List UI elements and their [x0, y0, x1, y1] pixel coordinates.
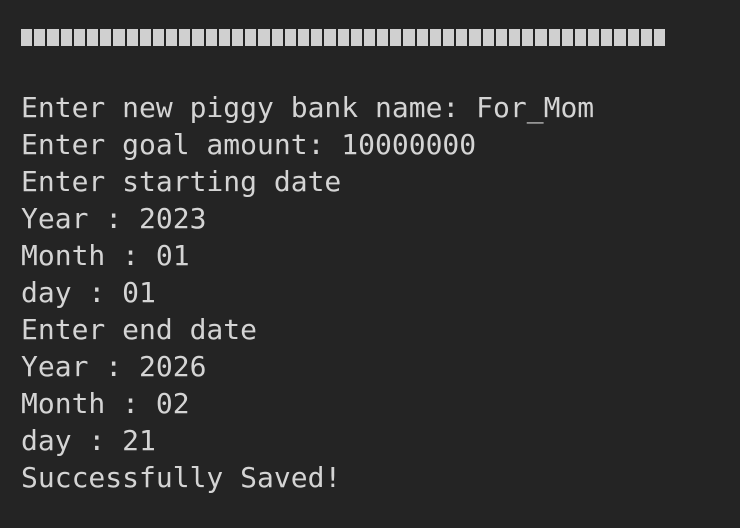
- separator-block: [100, 29, 112, 46]
- separator-block: [574, 29, 587, 46]
- separator-block: [601, 29, 613, 46]
- terminal-line-start-month: Month : 01: [21, 239, 190, 272]
- separator-block: [640, 29, 652, 46]
- separator-block: [403, 29, 415, 46]
- separator-block: [561, 29, 573, 46]
- separator-block: [205, 29, 217, 46]
- separator-block: [297, 29, 310, 46]
- separator-block: [456, 29, 468, 46]
- separator-block: [139, 29, 151, 46]
- terminal-window: Enter new piggy bank name: For_Mom Enter…: [0, 0, 740, 528]
- terminal-line-end-month: Month : 02: [21, 387, 190, 420]
- separator-block: [377, 29, 389, 46]
- separator-block: [429, 29, 441, 46]
- separator-block: [390, 29, 402, 46]
- separator-block: [192, 29, 204, 46]
- separator-block: [126, 29, 138, 46]
- separator-block: [179, 29, 191, 46]
- separator-block: [258, 29, 270, 46]
- separator-block: [350, 29, 362, 46]
- separator-block: [152, 29, 165, 46]
- separator-block: [60, 29, 72, 46]
- terminal-line-success-message: Successfully Saved!: [21, 461, 342, 494]
- separator-block: [86, 29, 99, 46]
- separator-block: [614, 29, 626, 46]
- terminal-line-start-date-heading: Enter starting date: [21, 165, 342, 198]
- separator-block: [337, 29, 349, 46]
- separator-block: [245, 29, 257, 46]
- separator-block: [627, 29, 639, 46]
- separator-block: [232, 29, 244, 46]
- separator-block: [495, 29, 507, 46]
- terminal-line-end-year: Year : 2026: [21, 350, 207, 383]
- terminal-line-goal-prompt: Enter goal amount: 10000000: [21, 128, 477, 161]
- separator-block: [469, 29, 481, 46]
- separator-block: [482, 29, 494, 46]
- separator-block: [324, 29, 336, 46]
- separator-block: [363, 29, 376, 46]
- separator-block: [73, 29, 85, 46]
- separator-block: [522, 29, 534, 46]
- separator-block: [416, 29, 428, 46]
- terminal-line-name-prompt: Enter new piggy bank name: For_Mom: [21, 91, 595, 124]
- separator-block: [535, 29, 547, 46]
- separator-block: [284, 29, 296, 46]
- terminal-line-end-day: day : 21: [21, 424, 156, 457]
- terminal-line-start-year: Year : 2023: [21, 202, 207, 235]
- separator-block: [508, 29, 521, 46]
- separator-block: [34, 29, 46, 46]
- separator-block: [588, 29, 600, 46]
- separator-block: [311, 29, 323, 46]
- separator-block: [21, 29, 33, 46]
- separator-block: [548, 29, 560, 46]
- terminal-line-end-date-heading: Enter end date: [21, 313, 258, 346]
- separator-block: [654, 29, 666, 46]
- separator-block: [218, 29, 230, 46]
- terminal-line-start-day: day : 01: [21, 276, 156, 309]
- separator-block: [271, 29, 283, 46]
- separator-block: [113, 29, 125, 46]
- separator-block: [166, 29, 178, 46]
- separator-block: [47, 29, 59, 46]
- separator-block: [443, 29, 455, 46]
- terminal-output: Enter new piggy bank name: For_Mom Enter…: [21, 89, 721, 496]
- block-separator-row: [21, 29, 666, 46]
